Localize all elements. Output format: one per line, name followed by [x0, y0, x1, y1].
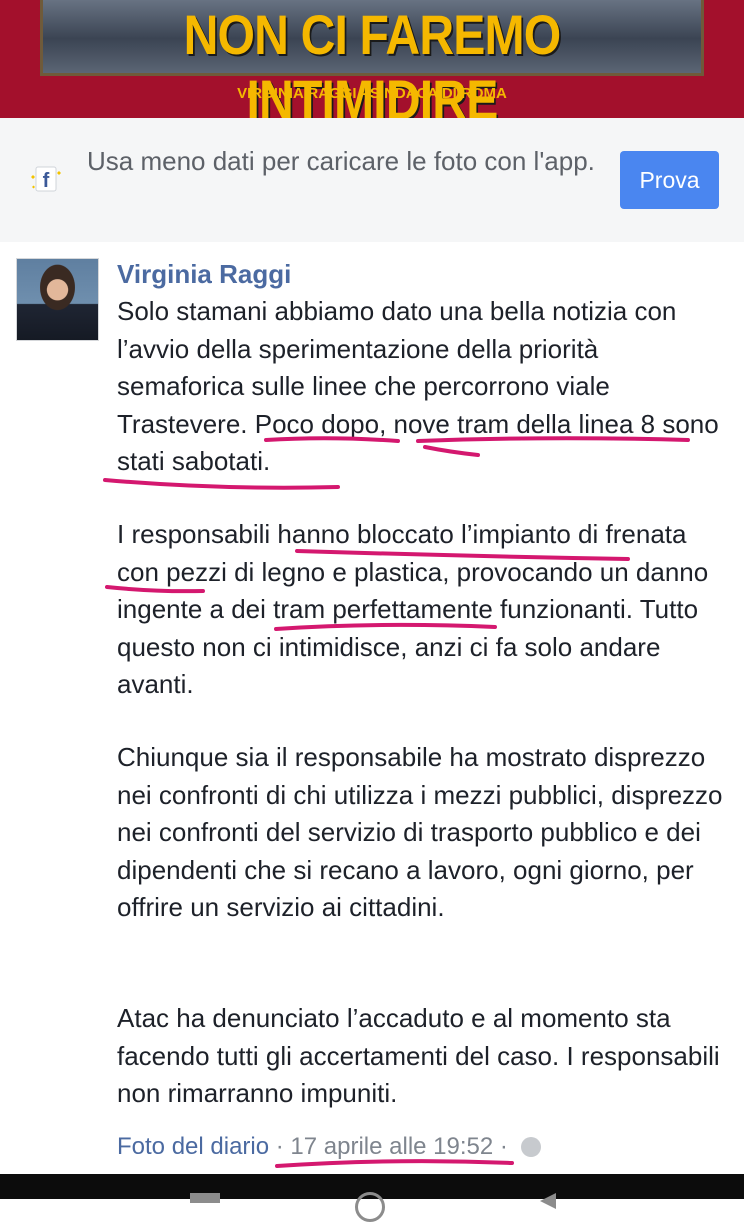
post-paragraph: I responsabili hanno bloccato l’impianto…: [117, 519, 709, 699]
author-avatar[interactable]: [16, 258, 99, 341]
post-paragraph: Atac ha denunciato l’accaduto e al momen…: [117, 1003, 720, 1108]
timeline-photos-link[interactable]: Foto del diario: [117, 1133, 269, 1160]
post-paragraph: Solo stamani abbiamo dato una bella noti…: [117, 296, 719, 476]
banner-subtitle: VIRGINIA RAGGI - SINDACA DI ROMA: [237, 85, 507, 102]
back-icon[interactable]: [540, 1193, 556, 1209]
promo-text: Usa meno dati per caricare le foto con l…: [87, 146, 595, 176]
footer-separator: ·: [493, 1133, 515, 1160]
underline-sabotati: [103, 478, 340, 490]
facebook-app-icon: f: [31, 166, 61, 192]
post-timestamp[interactable]: 17 aprile alle 19:52: [290, 1133, 493, 1160]
globe-icon: [520, 1137, 541, 1157]
underline-date: [275, 1159, 514, 1168]
post-author-name[interactable]: Virginia Raggi: [117, 259, 291, 290]
banner-title: NON CI FAREMO INTIMIDIRE: [183, 3, 562, 131]
post-paragraph: Chiunque sia il responsabile ha mostrato…: [117, 742, 723, 922]
footer-separator: ·: [269, 1133, 291, 1160]
try-app-button[interactable]: Prova: [620, 151, 719, 209]
header-banner-image[interactable]: NON CI FAREMO INTIMIDIRE VIRGINIA RAGGI …: [0, 0, 744, 131]
home-icon[interactable]: [355, 1192, 385, 1222]
post-footer: Foto del diario · 17 aprile alle 19:52 ·: [117, 1133, 541, 1161]
svg-text:f: f: [43, 170, 50, 192]
recent-apps-icon[interactable]: [190, 1193, 220, 1203]
